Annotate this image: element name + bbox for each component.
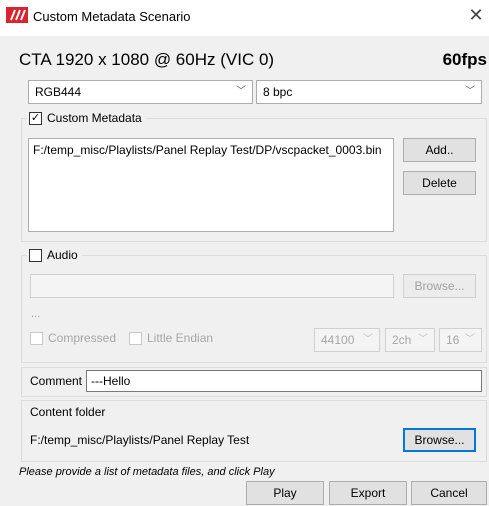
chevron-down-icon: ﹀ xyxy=(236,86,246,97)
content-folder-browse-button[interactable]: Browse... xyxy=(403,428,476,452)
close-icon[interactable]: ✕ xyxy=(466,5,486,25)
channels-select[interactable]: 2ch ﹀ xyxy=(385,328,435,352)
video-mode-label: CTA 1920 x 1080 @ 60Hz (VIC 0) xyxy=(19,50,275,69)
little-endian-checkbox[interactable] xyxy=(129,331,142,345)
custom-metadata-label: Custom Metadata xyxy=(47,111,142,125)
custom-metadata-checkbox[interactable]: ✓ xyxy=(29,111,42,125)
audio-info-text: ... xyxy=(31,308,41,320)
sample-rate-value: 44100 xyxy=(321,333,355,347)
status-text: Please provide a list of metadata files,… xyxy=(19,466,275,478)
little-endian-label: Little Endian xyxy=(147,331,214,345)
cancel-button[interactable]: Cancel xyxy=(411,481,487,505)
export-button[interactable]: Export xyxy=(329,481,407,505)
compressed-label: Compressed xyxy=(48,331,117,345)
compressed-checkbox[interactable] xyxy=(30,331,43,345)
window-title: Custom Metadata Scenario xyxy=(33,9,191,24)
audio-checkbox[interactable] xyxy=(29,248,42,262)
custom-metadata-legend: ✓ Custom Metadata xyxy=(27,110,146,126)
audio-browse-button[interactable]: Browse... xyxy=(403,274,476,298)
bits-value: 16 xyxy=(446,333,460,347)
comment-input[interactable]: ---Hello xyxy=(86,370,482,392)
app-logo-icon xyxy=(6,7,28,23)
color-format-select[interactable]: RGB444 ﹀ xyxy=(28,80,253,104)
bit-depth-value: 8 bpc xyxy=(263,85,293,99)
audio-file-field[interactable] xyxy=(30,274,394,298)
play-button[interactable]: Play xyxy=(246,481,324,505)
audio-label: Audio xyxy=(47,248,78,262)
fps-label: 60fps xyxy=(442,50,487,69)
bits-select[interactable]: 16 ﹀ xyxy=(439,328,482,352)
channels-value: 2ch xyxy=(392,333,412,347)
chevron-down-icon: ﹀ xyxy=(465,86,475,97)
sample-rate-select[interactable]: 44100 ﹀ xyxy=(314,328,380,352)
bit-depth-select[interactable]: 8 bpc ﹀ xyxy=(256,80,482,104)
delete-button[interactable]: Delete xyxy=(403,171,476,195)
add-button[interactable]: Add.. xyxy=(403,138,476,162)
chevron-down-icon: ﹀ xyxy=(363,334,373,345)
chevron-down-icon: ﹀ xyxy=(418,334,428,345)
audio-legend: Audio xyxy=(27,247,82,263)
content-folder-path: F:/temp_misc/Playlists/Panel Replay Test xyxy=(30,433,250,447)
little-endian-option[interactable]: Little Endian xyxy=(129,331,213,345)
comment-label: Comment xyxy=(30,374,83,388)
list-item[interactable]: F:/temp_misc/Playlists/Panel Replay Test… xyxy=(33,143,389,157)
color-format-value: RGB444 xyxy=(35,85,82,99)
compressed-option[interactable]: Compressed xyxy=(30,331,116,345)
chevron-down-icon: ﹀ xyxy=(465,334,475,345)
content-folder-label: Content folder xyxy=(30,405,106,419)
metadata-file-list[interactable]: F:/temp_misc/Playlists/Panel Replay Test… xyxy=(28,138,394,232)
